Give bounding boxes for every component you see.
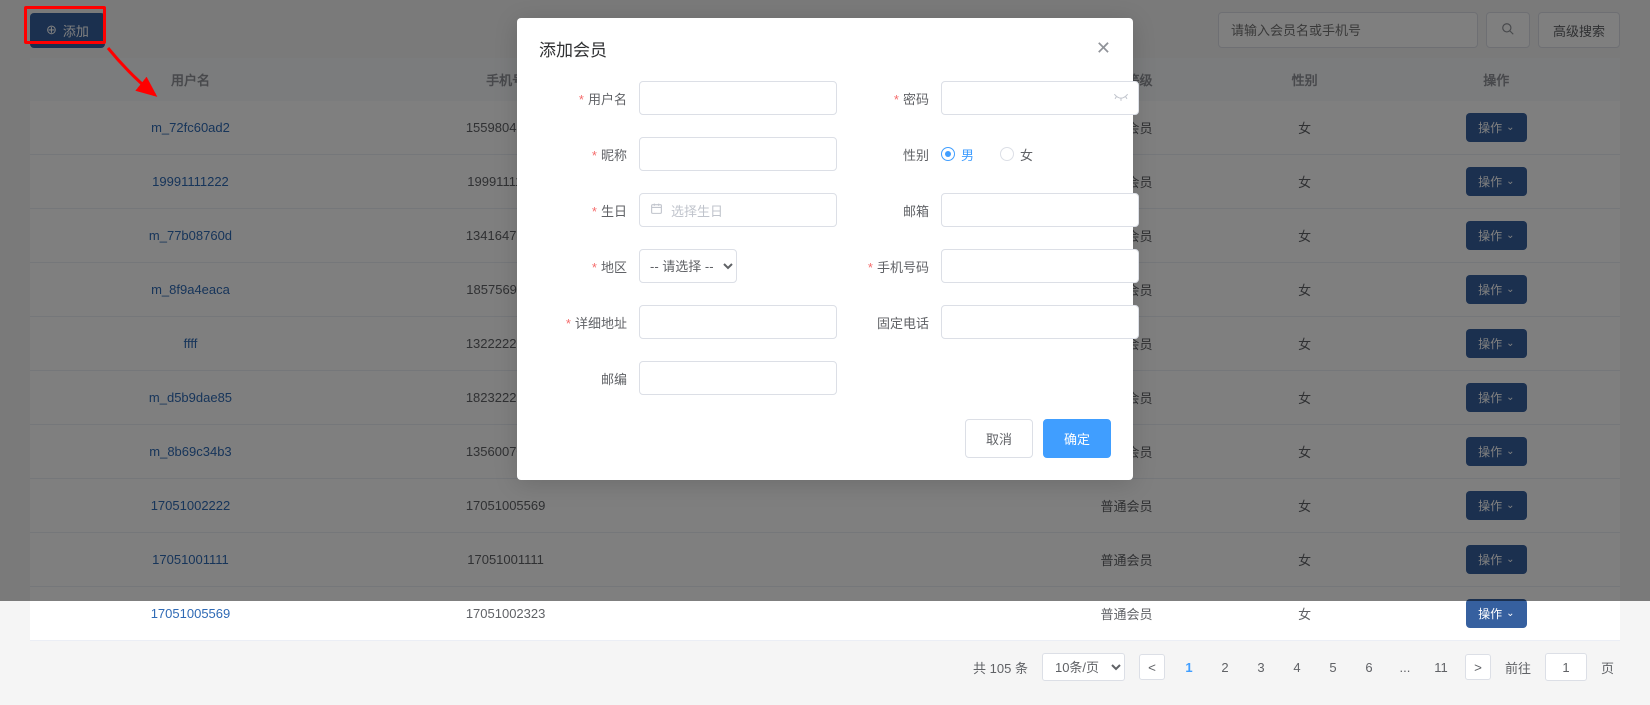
landline-field[interactable] (941, 305, 1139, 339)
region-label: 地区 (545, 257, 639, 276)
gender-label: 性别 (847, 145, 941, 164)
address-field[interactable] (639, 305, 837, 339)
birthday-label: 生日 (545, 201, 639, 220)
prev-page-button[interactable]: < (1139, 654, 1165, 680)
modal-title: 添加会员 (539, 36, 607, 61)
landline-label: 固定电话 (847, 313, 941, 332)
page-number[interactable]: 6 (1359, 660, 1379, 675)
address-label: 详细地址 (545, 313, 639, 332)
confirm-button[interactable]: 确定 (1043, 419, 1111, 458)
email-field[interactable] (941, 193, 1139, 227)
goto-prefix: 前往 (1505, 658, 1531, 677)
mobile-label: 手机号码 (847, 257, 941, 276)
radio-female[interactable]: 女 (1000, 145, 1033, 164)
calendar-icon (650, 202, 663, 218)
page-ellipsis: ... (1395, 660, 1415, 675)
page-number[interactable]: 4 (1287, 660, 1307, 675)
birthday-field[interactable]: 选择生日 (639, 193, 837, 227)
row-action-button[interactable]: 操作 ⌄ (1466, 599, 1526, 628)
username-label: 用户名 (545, 89, 639, 108)
goto-suffix: 页 (1601, 658, 1614, 677)
radio-dot-icon (941, 147, 955, 161)
radio-dot-icon (1000, 147, 1014, 161)
radio-male-label: 男 (961, 145, 974, 164)
email-label: 邮箱 (847, 201, 941, 220)
nickname-label: 昵称 (545, 145, 639, 164)
close-button[interactable]: ✕ (1096, 38, 1111, 59)
password-field[interactable] (941, 81, 1139, 115)
goto-input[interactable] (1545, 653, 1587, 681)
page-size-select[interactable]: 10条/页 (1042, 653, 1125, 681)
page-number[interactable]: 11 (1431, 660, 1451, 675)
zip-label: 邮编 (545, 369, 639, 388)
username-field[interactable] (639, 81, 837, 115)
birthday-placeholder: 选择生日 (671, 201, 723, 220)
password-label: 密码 (847, 89, 941, 108)
region-select[interactable]: -- 请选择 -- (639, 249, 737, 283)
page-number[interactable]: 2 (1215, 660, 1235, 675)
nickname-field[interactable] (639, 137, 837, 171)
radio-female-label: 女 (1020, 145, 1033, 164)
pagination: 共 105 条 10条/页 < 1 2 3 4 5 6... 11 > 前往 页 (30, 641, 1620, 693)
page-number[interactable]: 5 (1323, 660, 1343, 675)
add-member-modal: 添加会员 ✕ 用户名 密码 昵称 (517, 18, 1133, 480)
close-icon: ✕ (1096, 38, 1111, 58)
chevron-down-icon: ⌄ (1506, 608, 1514, 619)
next-page-button[interactable]: > (1465, 654, 1491, 680)
radio-male[interactable]: 男 (941, 145, 974, 164)
cancel-button[interactable]: 取消 (965, 419, 1033, 458)
eye-icon[interactable] (1113, 91, 1129, 106)
total-label: 共 105 条 (973, 658, 1028, 677)
mobile-field[interactable] (941, 249, 1139, 283)
zip-field[interactable] (639, 361, 837, 395)
page-number[interactable]: 1 (1179, 660, 1199, 675)
username-link[interactable]: 17051005569 (151, 606, 231, 621)
page-number[interactable]: 3 (1251, 660, 1271, 675)
